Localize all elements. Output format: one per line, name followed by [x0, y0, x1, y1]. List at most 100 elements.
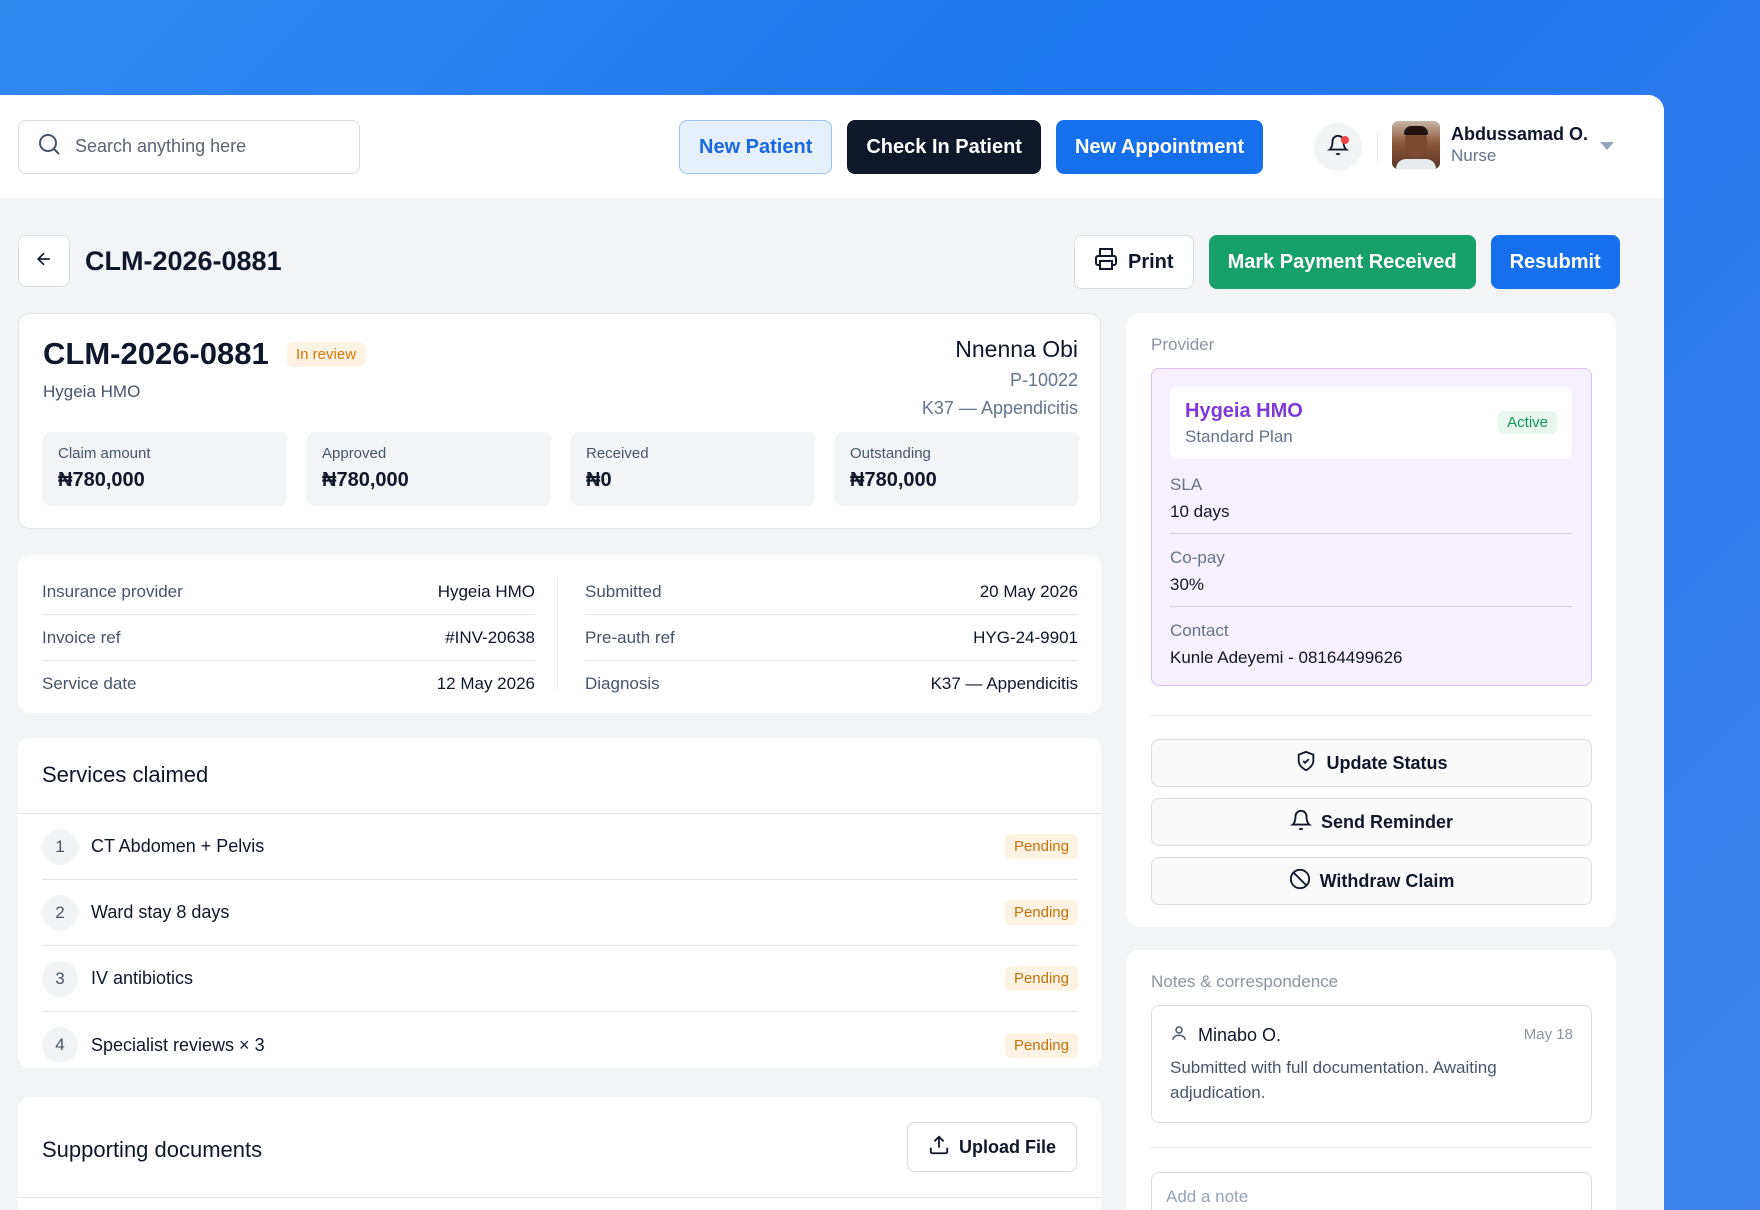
divider	[1151, 715, 1592, 716]
copay-field: Co-pay 30%	[1170, 548, 1572, 595]
detail-value: HYG-24-9901	[973, 627, 1078, 647]
amount-tiles: Claim amount ₦780,000 Approved ₦780,000 …	[43, 432, 1079, 506]
detail-value: K37 — Appendicitis	[930, 674, 1078, 693]
service-number: 3	[42, 960, 78, 997]
withdraw-claim-button[interactable]: Withdraw Claim	[1151, 857, 1592, 905]
detail-value: Hygeia HMO	[437, 581, 535, 601]
send-reminder-button[interactable]: Send Reminder	[1151, 798, 1592, 846]
page-title: CLM-2026-0881	[85, 246, 282, 276]
search-input[interactable]	[75, 136, 325, 157]
notes-section-title: Notes & correspondence	[1151, 972, 1339, 991]
avatar	[1392, 121, 1440, 169]
user-role: Nurse	[1451, 146, 1497, 165]
search-icon	[37, 132, 61, 161]
received-amount-tile: Received ₦0	[571, 432, 815, 506]
services-title: Services claimed	[42, 762, 209, 787]
chevron-down-icon[interactable]	[1600, 142, 1614, 150]
divider	[1170, 533, 1572, 534]
service-status-badge: Pending	[1004, 966, 1078, 991]
bell-icon	[1289, 809, 1313, 836]
contact-field: Contact Kunle Adeyemi - 08164499626	[1170, 621, 1572, 668]
details-right-column: Submitted 20 May 2026 Pre-auth ref HYG-2…	[585, 569, 1078, 707]
note-author: Minabo O.	[1170, 1024, 1281, 1047]
patient-id: P-10022	[1009, 370, 1078, 390]
sla-label: SLA	[1170, 475, 1203, 494]
service-row[interactable]: 3 IV antibiotics Pending	[42, 946, 1078, 1012]
mark-payment-received-button[interactable]: Mark Payment Received	[1208, 235, 1476, 289]
detail-row: Submitted 20 May 2026	[585, 569, 1078, 615]
print-button[interactable]: Print	[1074, 235, 1194, 289]
divider	[1377, 133, 1378, 161]
update-status-label: Update Status	[1326, 752, 1448, 773]
detail-key: Diagnosis	[585, 674, 660, 693]
amount-label: Outstanding	[850, 445, 931, 462]
service-name: Specialist reviews × 3	[91, 1034, 265, 1055]
detail-value: 20 May 2026	[979, 581, 1078, 601]
withdraw-claim-label: Withdraw Claim	[1319, 870, 1455, 891]
divider	[1170, 606, 1572, 607]
print-label: Print	[1128, 250, 1174, 273]
divider	[557, 577, 558, 689]
status-badge: In review	[287, 342, 366, 367]
user-menu[interactable]: Abdussamad O. Nurse	[1392, 121, 1588, 169]
back-button[interactable]	[18, 235, 70, 287]
amount-value: ₦0	[586, 469, 612, 491]
amount-label: Approved	[322, 445, 387, 462]
check-in-patient-button[interactable]: Check In Patient	[847, 120, 1041, 174]
search-box[interactable]	[18, 119, 360, 174]
service-number: 4	[42, 1027, 78, 1063]
approved-amount-tile: Approved ₦780,000	[307, 432, 551, 506]
service-row[interactable]: 4 Specialist reviews × 3 Pending	[42, 1012, 1078, 1078]
amount-value: ₦780,000	[322, 469, 409, 491]
top-actions: New Patient Check In Patient New Appoint…	[679, 120, 1264, 174]
patient-info: Nnenna Obi P-10022 K37 — Appendicitis	[922, 336, 1078, 419]
upload-label: Upload File	[958, 1136, 1056, 1157]
service-status-badge: Pending	[1004, 900, 1078, 925]
arrow-left-icon	[34, 249, 54, 274]
provider-header: Hygeia HMO Standard Plan Active	[1170, 387, 1572, 459]
user-name: Abdussamad O.	[1451, 124, 1589, 144]
sla-value: 10 days	[1170, 502, 1230, 521]
service-row[interactable]: 2 Ward stay 8 days Pending	[42, 880, 1078, 946]
detail-key: Insurance provider	[42, 581, 183, 601]
top-bar: New Patient Check In Patient New Appoint…	[0, 95, 1664, 198]
detail-row: Invoice ref #INV-20638	[42, 615, 535, 661]
service-row[interactable]: 1 CT Abdomen + Pelvis Pending	[42, 814, 1078, 880]
claim-amount-tile: Claim amount ₦780,000	[43, 432, 287, 506]
add-note-input[interactable]	[1151, 1172, 1592, 1210]
detail-key: Pre-auth ref	[585, 627, 675, 647]
new-appointment-button[interactable]: New Appointment	[1055, 120, 1264, 174]
upload-file-button[interactable]: Upload File	[906, 1122, 1077, 1172]
amount-label: Claim amount	[58, 445, 151, 462]
notifications-button[interactable]	[1314, 123, 1362, 171]
service-number: 1	[42, 828, 78, 865]
service-name: IV antibiotics	[91, 968, 194, 988]
detail-row: Insurance provider Hygeia HMO	[42, 569, 535, 615]
detail-key: Invoice ref	[42, 627, 121, 647]
amount-label: Received	[586, 445, 649, 462]
shield-check-icon	[1295, 750, 1317, 777]
services-claimed-card: Services claimed 1 CT Abdomen + Pelvis P…	[18, 738, 1101, 1068]
detail-value: 12 May 2026	[436, 674, 535, 693]
claim-id: CLM-2026-0881	[43, 336, 269, 371]
patient-name: Nnenna Obi	[955, 336, 1078, 362]
service-status-badge: Pending	[1004, 1032, 1078, 1058]
detail-value: #INV-20638	[445, 627, 535, 647]
upload-icon	[928, 1134, 950, 1161]
service-number: 2	[42, 894, 78, 931]
provider-name[interactable]: Hygeia HMO	[1185, 400, 1303, 423]
note-item: Minabo O. May 18 Submitted with full doc…	[1151, 1005, 1592, 1123]
header-actions: Print Mark Payment Received Resubmit	[1074, 235, 1620, 289]
claim-summary-card: CLM-2026-0881 In review Hygeia HMO Nnenn…	[18, 313, 1101, 529]
notes-card: Notes & correspondence Minabo O. May 18 …	[1127, 950, 1616, 1210]
outstanding-amount-tile: Outstanding ₦780,000	[835, 432, 1079, 506]
new-patient-button[interactable]: New Patient	[679, 120, 833, 174]
details-left-column: Insurance provider Hygeia HMO Invoice re…	[42, 569, 535, 707]
documents-title: Supporting documents	[42, 1137, 263, 1162]
send-reminder-label: Send Reminder	[1320, 811, 1454, 832]
resubmit-button[interactable]: Resubmit	[1490, 235, 1620, 289]
update-status-button[interactable]: Update Status	[1151, 739, 1592, 787]
user-icon	[1170, 1024, 1188, 1047]
provider-section-title: Provider	[1151, 335, 1215, 354]
divider	[18, 1197, 1101, 1198]
